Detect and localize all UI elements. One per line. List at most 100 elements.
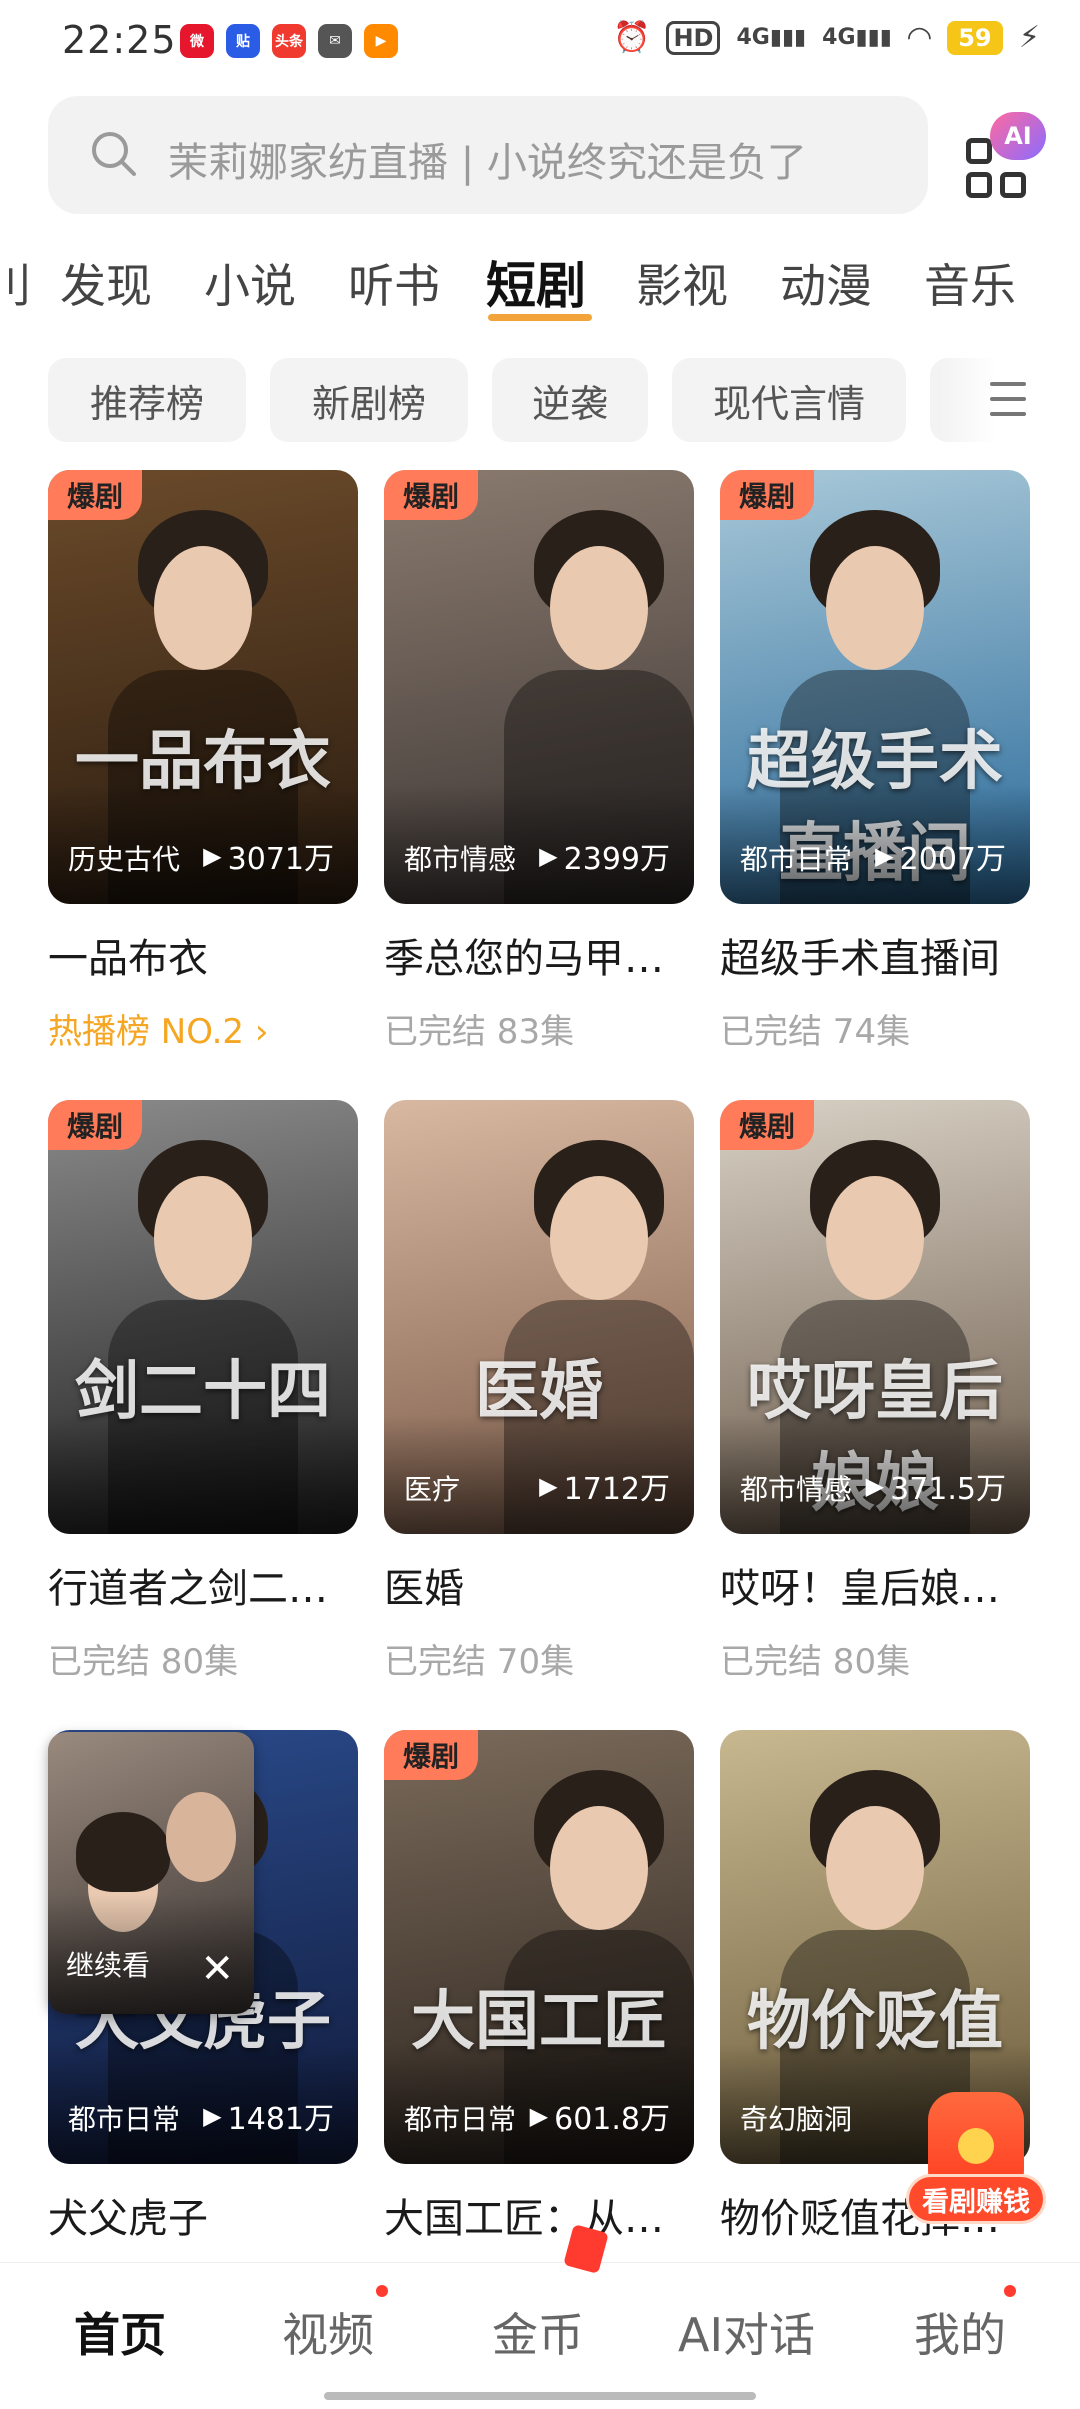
tab-partial[interactable]: 刂	[0, 250, 32, 316]
play-count: ▶ 371.5万	[866, 1464, 1006, 1508]
genre-label: 历史古代	[68, 843, 181, 876]
play-count-value: 1712万	[563, 1472, 670, 1507]
drama-poster[interactable]: 一品布衣 爆剧 历史古代 ▶ 3071万	[48, 470, 358, 904]
active-tab-indicator	[488, 314, 592, 321]
play-count-value: 2007万	[899, 842, 1006, 877]
nav-video[interactable]: 视频	[282, 2299, 374, 2365]
tab-audiobook[interactable]: 听书	[348, 250, 440, 316]
nav-coins[interactable]: 金币	[492, 2299, 584, 2365]
portrait-face	[550, 546, 648, 670]
chip-modern-romance[interactable]: 现代言情	[672, 358, 906, 442]
bottom-nav: 首页 视频 金币 AI对话 我的	[0, 2262, 1080, 2409]
portrait-face	[826, 546, 924, 670]
continue-watching-card[interactable]: 继续看 ✕	[48, 1732, 254, 2014]
drama-title[interactable]: 行道者之剑二…	[48, 1556, 358, 1614]
episode-status: 已完结 80集	[720, 1642, 911, 1682]
play-count: ▶ 2399万	[539, 834, 670, 878]
drama-title[interactable]: 大国工匠：从…	[384, 2186, 694, 2244]
play-count-value: 371.5万	[890, 1472, 1006, 1507]
genre-label: 都市日常	[404, 2103, 517, 2136]
nav-home[interactable]: 首页	[74, 2299, 166, 2365]
drama-card[interactable]: 超级手术直播间爆剧都市日常▶2007万超级手术直播间已完结 74集	[720, 470, 1030, 1053]
nav-ai-chat[interactable]: AI对话	[678, 2299, 815, 2365]
portrait-face	[826, 1806, 924, 1930]
genre-label: 都市情感	[404, 843, 517, 876]
drama-card[interactable]: 一品布衣 爆剧 历史古代 ▶ 3071万一品布衣热播榜 NO.2 ›	[48, 470, 358, 1053]
drama-title[interactable]: 哎呀！皇后娘…	[720, 1556, 1030, 1614]
play-icon: ▶	[529, 2102, 549, 2130]
play-icon: ▶	[203, 2102, 222, 2130]
notification-icons: 微贴头条 ✉ ▶	[180, 24, 398, 58]
grid-icon	[966, 172, 992, 198]
video-app-icon: ▶	[364, 24, 398, 58]
tab-short-drama[interactable]: 短剧	[486, 246, 586, 318]
episode-status: 已完结 80集	[48, 1642, 239, 1682]
drama-poster[interactable]: 大国工匠 爆剧 都市日常 ▶ 601.8万	[384, 1730, 694, 2164]
episode-status: 已完结 74集	[720, 1012, 911, 1052]
drama-card[interactable]: 哎呀皇后娘娘爆剧都市情感▶371.5万哎呀！皇后娘…已完结 80集	[720, 1100, 1030, 1683]
play-count: ▶ 601.8万	[530, 2094, 670, 2138]
play-icon: ▶	[865, 1472, 885, 1500]
close-icon[interactable]: ✕	[200, 1946, 234, 1992]
tab-music[interactable]: 音乐	[924, 250, 1016, 316]
portrait-face	[550, 1806, 648, 1930]
hot-tag: 爆剧	[384, 1730, 478, 1780]
charging-icon: ⚡	[1018, 20, 1040, 55]
watch-earn-label: 看剧赚钱	[906, 2174, 1046, 2224]
drama-poster[interactable]: 剑二十四 爆剧	[48, 1100, 358, 1534]
search-bar[interactable]: 茉莉娜家纺直播 | 小说终究还是负了	[48, 96, 928, 214]
drama-card[interactable]: 剑二十四 爆剧行道者之剑二… 已完结 80集	[48, 1100, 358, 1683]
genre-label: 都市情感	[740, 1473, 853, 1506]
status-time: 22:25	[62, 18, 177, 62]
ai-badge[interactable]: AI	[990, 112, 1046, 160]
rank-link[interactable]: 热播榜 NO.2 ›	[48, 1004, 358, 1053]
watch-earn-button[interactable]: 看剧赚钱	[906, 2092, 1046, 2242]
play-count: ▶ 2007万	[875, 834, 1006, 878]
notification-dot	[376, 2285, 388, 2297]
home-indicator	[324, 2392, 756, 2400]
hot-tag: 爆剧	[720, 470, 814, 520]
episode-status: 已完结 83集	[384, 1012, 575, 1052]
tab-film-tv[interactable]: 影视	[636, 250, 728, 316]
tab-novel[interactable]: 小说	[204, 250, 296, 316]
tab-anime[interactable]: 动漫	[780, 250, 872, 316]
drama-title[interactable]: 一品布衣	[48, 926, 358, 984]
system-indicators: ⏰ HD 4G▮▮▮ 4G▮▮▮ ◠ 59 ⚡	[613, 20, 1040, 55]
portrait-face	[154, 546, 252, 670]
hot-tag: 爆剧	[720, 1100, 814, 1150]
drama-card[interactable]: 医婚 医疗 ▶ 1712万 医婚 已完结 70集	[384, 1100, 694, 1683]
chip-recommend-rank[interactable]: 推荐榜	[48, 358, 246, 442]
search-icon	[92, 132, 136, 176]
drama-poster[interactable]: 哎呀皇后娘娘爆剧都市情感▶371.5万	[720, 1100, 1030, 1534]
drama-title[interactable]: 犬父虎子	[48, 2186, 358, 2244]
drama-poster[interactable]: 医婚 医疗 ▶ 1712万	[384, 1100, 694, 1534]
chip-new-rank[interactable]: 新剧榜	[270, 358, 468, 442]
drama-card[interactable]: 大国工匠 爆剧 都市日常 ▶ 601.8万 大国工匠：从…	[384, 1730, 694, 2244]
genre-label: 奇幻脑洞	[740, 2103, 853, 2136]
continue-watching-label: 继续看	[66, 1949, 151, 1982]
search-placeholder: 茉莉娜家纺直播 | 小说终究还是负了	[168, 140, 807, 186]
notification-dot	[1004, 2285, 1016, 2297]
portrait-face	[166, 1792, 236, 1882]
play-icon: ▶	[539, 1472, 558, 1500]
portrait-face	[826, 1176, 924, 1300]
hot-tag: 爆剧	[384, 470, 478, 520]
episode-status: 已完结 70集	[384, 1642, 575, 1682]
nav-profile[interactable]: 我的	[914, 2299, 1006, 2365]
menu-icon[interactable]	[990, 382, 1026, 418]
drama-poster[interactable]: 超级手术直播间爆剧都市日常▶2007万	[720, 470, 1030, 904]
drama-title[interactable]: 超级手术直播间	[720, 926, 1030, 984]
portrait-face	[154, 1176, 252, 1300]
drama-card[interactable]: 爆剧都市情感 ▶ 2399万季总您的马甲… 已完结 83集	[384, 470, 694, 1053]
battery-icon: 59	[946, 20, 1003, 55]
drama-title[interactable]: 季总您的马甲…	[384, 926, 694, 984]
tab-discover[interactable]: 发现	[60, 250, 152, 316]
genre-label: 医疗	[404, 1473, 461, 1506]
drama-title[interactable]: 医婚	[384, 1556, 694, 1614]
play-icon: ▶	[539, 842, 558, 870]
signal-4g-icon: 4G▮▮▮	[736, 25, 807, 50]
signal-4g-icon-2: 4G▮▮▮	[822, 25, 892, 50]
portrait-face	[550, 1176, 648, 1300]
drama-poster[interactable]: 爆剧都市情感 ▶ 2399万	[384, 470, 694, 904]
chip-comeback[interactable]: 逆袭	[492, 358, 648, 442]
